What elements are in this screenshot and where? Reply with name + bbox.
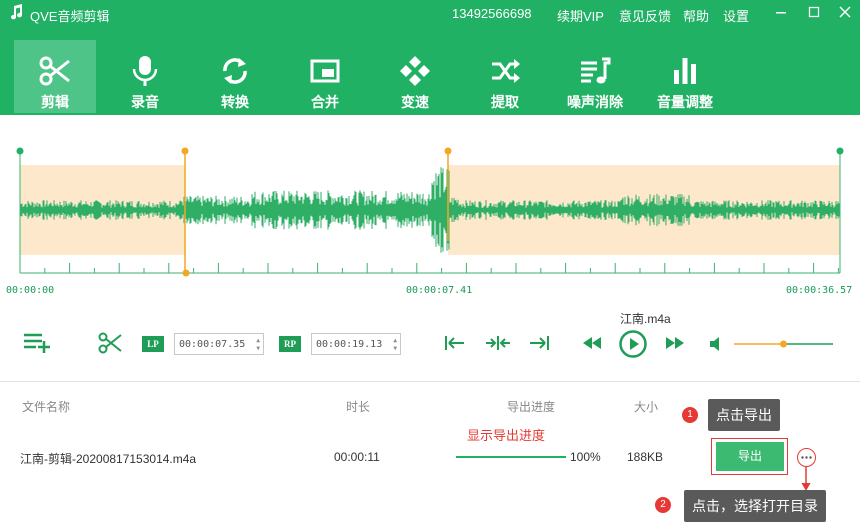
waveform[interactable]: [0, 115, 860, 305]
volume-slider[interactable]: [733, 338, 835, 350]
end-handle[interactable]: [836, 147, 844, 155]
go-to-middle-icon[interactable]: [485, 334, 511, 352]
lp-time-input[interactable]: 00:00:07.35 ▲ ▼: [174, 333, 264, 355]
account-phone: 13492566698: [452, 6, 532, 21]
right-cut-handle[interactable]: [444, 147, 452, 155]
tab-label: 提取: [491, 94, 519, 110]
step-badge-1: 1: [682, 407, 698, 423]
more-options-button[interactable]: [797, 448, 816, 467]
column-header-progress: 导出进度: [507, 400, 556, 414]
start-handle[interactable]: [16, 147, 24, 155]
tab-label: 剪辑: [41, 94, 69, 110]
lp-time-value: 00:00:07.35: [179, 339, 246, 350]
spin-down-icon[interactable]: ▼: [393, 345, 397, 352]
playhead-handle[interactable]: [182, 269, 190, 277]
row-duration: 00:00:11: [334, 450, 380, 464]
timeline-ticks: [19, 263, 839, 273]
maximize-icon[interactable]: [805, 3, 823, 21]
playback-controls: LP 00:00:07.35 ▲ ▼ RP 00:00:19.13 ▲ ▼ 江南…: [0, 305, 860, 375]
rp-time-value: 00:00:19.13: [316, 339, 383, 350]
progress-annotation: 显示导出进度: [467, 428, 546, 443]
feedback-link[interactable]: 意见反馈: [619, 6, 671, 25]
volume-icon[interactable]: [708, 336, 726, 352]
tab-convert[interactable]: 转换: [194, 40, 276, 113]
volume-adjust-icon: [674, 58, 696, 84]
rewind-icon[interactable]: [581, 336, 603, 350]
close-icon[interactable]: [836, 3, 854, 21]
tab-label: 合并: [311, 94, 339, 110]
title-bar: QVE音频剪辑 13492566698 续期VIP 意见反馈 帮助 设置: [0, 0, 860, 26]
arrow-down-icon: [801, 466, 811, 491]
spin-down-icon[interactable]: ▼: [256, 345, 260, 352]
tab-extract[interactable]: 提取: [464, 40, 546, 113]
microphone-icon: [132, 56, 158, 86]
column-header-size: 大小: [634, 400, 659, 414]
play-icon[interactable]: [618, 329, 648, 359]
waveform-editor[interactable]: 00:00:00 00:00:07.41 00:00:36.57: [0, 115, 860, 305]
rp-time-input[interactable]: 00:00:19.13 ▲ ▼: [311, 333, 401, 355]
go-to-start-icon[interactable]: [444, 334, 466, 352]
cut-scissors-icon[interactable]: [98, 331, 124, 355]
left-cut-handle[interactable]: [181, 147, 189, 155]
tab-record[interactable]: 录音: [104, 40, 186, 113]
tab-label: 变速: [401, 94, 429, 110]
tab-noise-reduction[interactable]: 噪声消除: [554, 40, 636, 113]
tab-label: 噪声消除: [567, 94, 623, 110]
app-title: QVE音频剪辑: [30, 9, 110, 24]
callout-open-dir: 点击，选择打开目录: [684, 490, 826, 522]
timeline-start-time: 00:00:00: [6, 285, 55, 296]
export-progress-bar: [456, 456, 566, 458]
minimize-icon[interactable]: [772, 3, 790, 21]
settings-link[interactable]: 设置: [723, 6, 749, 25]
help-link[interactable]: 帮助: [683, 6, 709, 25]
go-to-end-icon[interactable]: [528, 334, 550, 352]
tab-speed[interactable]: 变速: [374, 40, 456, 113]
fast-forward-icon[interactable]: [664, 336, 686, 350]
tab-volume-adjust[interactable]: 音量调整: [644, 40, 726, 113]
add-file-icon[interactable]: [22, 331, 52, 355]
speed-icon: [400, 56, 430, 86]
current-file-name: 江南.m4a: [620, 312, 671, 326]
convert-icon: [223, 58, 247, 84]
row-size: 188KB: [627, 450, 664, 464]
tool-tabs: 剪辑 录音 转换 合并 变速 提取 噪声消除 音量调整: [0, 40, 860, 115]
renew-vip-link[interactable]: 续期VIP: [557, 6, 604, 25]
timeline-marker-time: 00:00:07.41: [406, 285, 473, 296]
app-header: QVE音频剪辑 13492566698 续期VIP 意见反馈 帮助 设置 剪辑 …: [0, 0, 860, 115]
timeline-end-time: 00:00:36.57: [786, 285, 853, 296]
lp-tag: LP: [142, 336, 164, 352]
section-divider: [0, 381, 860, 382]
tab-cut[interactable]: 剪辑: [14, 40, 96, 113]
column-header-name: 文件名称: [22, 400, 71, 414]
tab-label: 录音: [131, 94, 159, 110]
spin-up-icon[interactable]: ▲: [256, 337, 260, 344]
step-badge-2: 2: [655, 497, 671, 513]
tab-label: 音量调整: [657, 94, 713, 110]
column-header-duration: 时长: [346, 400, 371, 414]
export-button[interactable]: 导出: [716, 442, 784, 471]
noise-reduction-icon: [581, 57, 611, 84]
tab-merge[interactable]: 合并: [284, 40, 366, 113]
spin-up-icon[interactable]: ▲: [393, 337, 397, 344]
tab-label: 转换: [221, 94, 249, 110]
extract-icon: [492, 59, 520, 83]
ellipsis-icon: [801, 456, 812, 459]
merge-icon: [310, 59, 340, 83]
scissors-icon: [39, 56, 70, 86]
row-progress: 100%: [570, 450, 601, 464]
callout-export: 点击导出: [708, 399, 780, 431]
row-file-name: 江南-剪辑-20200817153014.m4a: [20, 452, 197, 466]
rp-tag: RP: [279, 336, 301, 352]
music-note-icon: [11, 4, 23, 20]
